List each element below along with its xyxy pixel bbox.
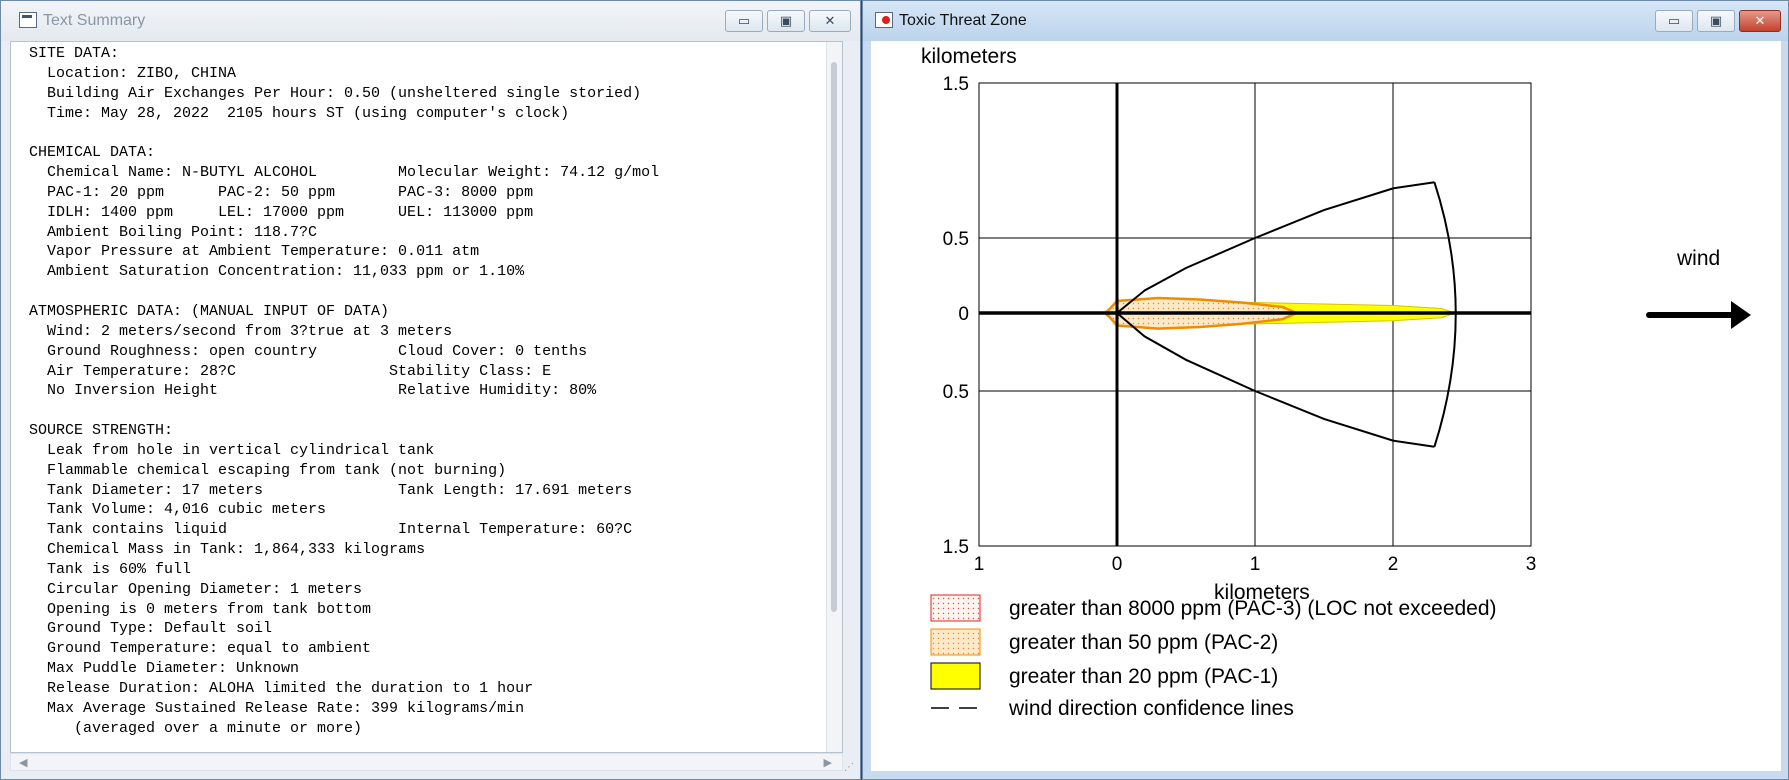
window-title: Toxic Threat Zone [899, 12, 1027, 29]
x-tick-label: 2 [1388, 554, 1399, 575]
scroll-left-icon[interactable]: ◀ [19, 756, 27, 769]
app-icon [875, 12, 893, 28]
vertical-scrollbar[interactable] [826, 42, 842, 752]
summary-line: Max Average Sustained Release Rate: 399 … [29, 699, 525, 717]
summary-line: Tank is 60% full [29, 560, 192, 578]
minimize-button[interactable]: ▭ [725, 10, 763, 32]
summary-line: Chemical Name: N-BUTYL ALCOHOL Molecular… [29, 164, 660, 182]
maximize-button[interactable]: ▣ [767, 10, 805, 32]
summary-line: Wind: 2 meters/second from 3?true at 3 m… [29, 322, 453, 340]
summary-line: Ground Type: Default soil [29, 620, 273, 638]
summary-line: Time: May 28, 2022 2105 hours ST (using … [29, 104, 570, 122]
x-tick-label: 3 [1526, 554, 1537, 575]
resize-grip-icon[interactable]: ⋰ [844, 762, 854, 773]
toxic-threat-zone-window[interactable]: Toxic Threat Zone ▭ ▣ ✕ 1 0 1 2 3 1.5 0.5 0 0.5 1… [862, 0, 1789, 780]
legend-swatch-pac1 [930, 662, 981, 690]
summary-line: Tank contains liquid Internal Temperatur… [29, 521, 633, 539]
threat-zone-titlebar[interactable]: Toxic Threat Zone ▭ ▣ ✕ [863, 1, 1788, 41]
summary-line: Release Duration: ALOHA limited the dura… [29, 680, 534, 697]
summary-line: Ground Roughness: open country Cloud Cov… [29, 342, 588, 360]
wind-label: wind [1676, 247, 1720, 270]
summary-line: Leak from hole in vertical cylindrical t… [29, 441, 435, 459]
y-axis-label: kilometers [921, 45, 1017, 68]
text-summary-window[interactable]: Text Summary ▭ ▣ ✕ SITE DATA: Location: … [0, 0, 861, 780]
legend-item: greater than 20 ppm (PAC-1) [930, 662, 1278, 690]
threat-zone-plot: 1 0 1 2 3 1.5 0.5 0 0.5 1.5 kilometers kilometers g… [871, 41, 1781, 771]
text-summary-titlebar[interactable]: Text Summary ▭ ▣ ✕ [1, 1, 860, 41]
summary-line: Air Temperature: 28?C Stability Class: E [29, 362, 552, 380]
summary-line: Opening is 0 meters from tank bottom [29, 600, 372, 618]
horizontal-scrollbar[interactable]: ◀ ▶ [10, 753, 843, 771]
legend-label: wind direction confidence lines [1008, 697, 1294, 720]
y-tick-label: 0.5 [943, 229, 969, 250]
summary-line: Location: ZIBO, CHINA [29, 64, 237, 82]
minimize-button[interactable]: ▭ [1655, 10, 1693, 32]
summary-line: Max Puddle Diameter: Unknown [29, 660, 300, 678]
summary-line: Building Air Exchanges Per Hour: 0.50 (u… [29, 84, 642, 102]
summary-line [29, 123, 659, 143]
summary-line: IDLH: 1400 ppm LEL: 17000 ppm UEL: 11300… [29, 203, 534, 221]
legend-label: greater than 20 ppm (PAC-1) [1009, 665, 1278, 688]
summary-line: SOURCE STRENGTH: [29, 422, 174, 440]
summary-line: CHEMICAL DATA: [29, 144, 156, 162]
summary-line: Vapor Pressure at Ambient Temperature: 0… [29, 243, 480, 261]
app-icon [19, 12, 37, 28]
summary-line: Tank Volume: 4,016 cubic meters [29, 501, 327, 519]
summary-line: (averaged over a minute or more) [29, 719, 363, 737]
summary-line: ATMOSPHERIC DATA: (MANUAL INPUT OF DATA) [29, 302, 390, 320]
summary-line: No Inversion Height Relative Humidity: 8… [29, 382, 597, 400]
summary-line: Ground Temperature: equal to ambient [29, 640, 372, 658]
summary-line [29, 282, 659, 302]
summary-line: SITE DATA: [29, 45, 120, 62]
summary-line: Flammable chemical escaping from tank (n… [29, 461, 507, 479]
y-tick-label: 0 [958, 304, 969, 325]
window-title: Text Summary [43, 12, 146, 29]
legend-item: wind direction confidence lines [931, 697, 1294, 720]
summary-lines: SITE DATA: Location: ZIBO, CHINA Buildin… [29, 44, 659, 739]
y-tick-label: 1.5 [943, 74, 969, 95]
summary-line: Tank Diameter: 17 meters Tank Length: 17… [29, 481, 633, 499]
maximize-button[interactable]: ▣ [1697, 10, 1735, 32]
summary-line: Chemical Mass in Tank: 1,864,333 kilogra… [29, 541, 426, 559]
close-button[interactable]: ✕ [809, 10, 851, 32]
wind-arrow-icon [1731, 301, 1751, 329]
summary-line: PAC-1: 20 ppm PAC-2: 50 ppm PAC-3: 8000 … [29, 183, 534, 201]
legend-item: greater than 8000 ppm (PAC-3) (LOC not e… [930, 594, 1497, 622]
scroll-right-icon[interactable]: ▶ [824, 756, 832, 769]
y-tick-label: 0.5 [943, 382, 969, 403]
scroll-thumb[interactable] [831, 62, 837, 612]
legend-swatch-pac3 [930, 594, 981, 622]
threat-zone-chart: 1 0 1 2 31.50.500.51.5kilometerskilometers g… [921, 45, 1751, 720]
legend-label: greater than 50 ppm (PAC-2) [1009, 631, 1278, 654]
x-tick-label: 0 [1112, 554, 1123, 575]
x-tick-label: 1 [974, 554, 985, 575]
summary-text-area[interactable]: SITE DATA: Location: ZIBO, CHINA Buildin… [10, 41, 843, 753]
summary-line [29, 401, 659, 421]
summary-line: Circular Opening Diameter: 1 meters [29, 580, 363, 598]
legend-label: greater than 8000 ppm (PAC-3) (LOC not e… [1009, 597, 1497, 620]
summary-line: Ambient Saturation Concentration: 11,033… [29, 263, 525, 281]
legend-item: greater than 50 ppm (PAC-2) [930, 628, 1278, 656]
y-tick-label: 1.5 [943, 537, 969, 558]
close-button[interactable]: ✕ [1739, 10, 1781, 32]
x-tick-label: 1 [1250, 554, 1261, 575]
legend-swatch-pac2 [930, 628, 981, 656]
summary-line: Ambient Boiling Point: 118.7?C [29, 223, 318, 241]
